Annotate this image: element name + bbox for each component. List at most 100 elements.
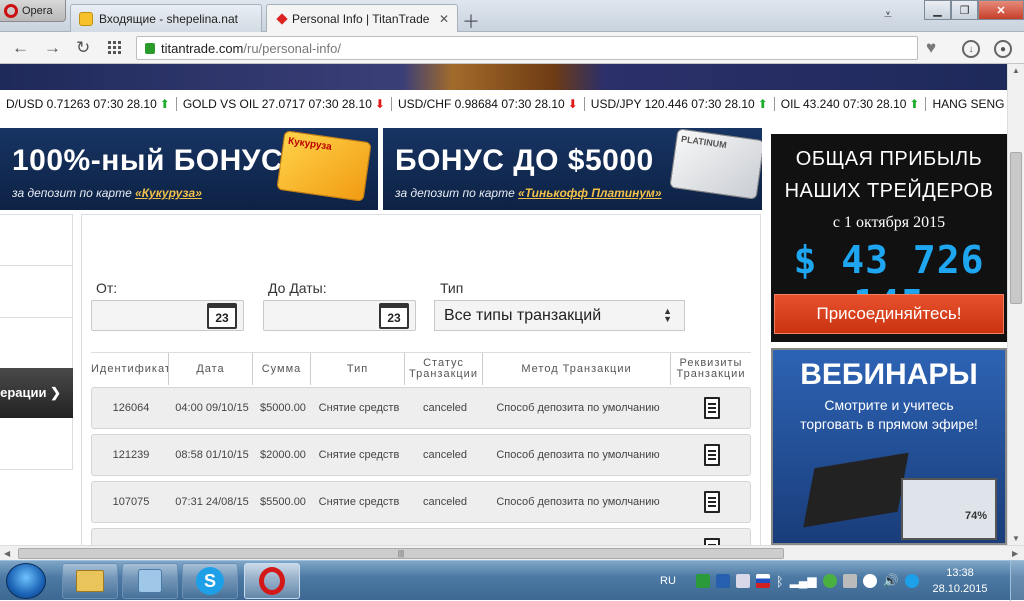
tray-app-icon[interactable] xyxy=(715,574,730,588)
horizontal-scroll-thumb[interactable]: ||| xyxy=(18,548,784,559)
language-indicator[interactable]: RU xyxy=(660,575,676,587)
col-header-type: Тип xyxy=(311,353,405,385)
webinars-title: ВЕБИНАРЫ xyxy=(800,358,978,391)
banner-title: БОНУС ДО $5000 xyxy=(395,144,654,177)
bluetooth-icon[interactable]: ᛒ xyxy=(776,574,784,589)
to-date-label: До Даты: xyxy=(268,280,327,296)
col-header-status: Статус Транзакции xyxy=(405,353,483,385)
webinars-ad[interactable]: ВЕБИНАРЫ Смотрите и учитесь торговать в п… xyxy=(771,348,1007,545)
table-row[interactable]: 107075 07:31 24/08/15 $5500.00 Снятие ср… xyxy=(91,481,751,523)
close-tab-icon[interactable]: ✕ xyxy=(439,12,449,26)
ticker-item: HANG SENG F... xyxy=(932,97,1007,111)
secure-lock-icon xyxy=(145,42,155,54)
show-desktop-button[interactable] xyxy=(1010,561,1024,601)
ticker-item: GOLD VS OIL 27.0717 07:30 28.10 ⬇ xyxy=(177,97,392,111)
vertical-scroll-thumb[interactable] xyxy=(1010,152,1022,304)
arrow-up-icon: ⬆ xyxy=(909,97,920,111)
vertical-scrollbar[interactable]: ▲ ▼ xyxy=(1007,64,1024,545)
speed-dial-icon[interactable] xyxy=(108,41,121,54)
restore-button[interactable]: ❐ xyxy=(951,0,978,20)
ticker-item: D/USD 0.71263 07:30 28.10 ⬆ xyxy=(0,97,177,111)
arrow-down-icon: ⬇ xyxy=(567,97,578,111)
url-field[interactable]: titantrade.com/ru/personal-info/ xyxy=(136,36,918,60)
signal-icon[interactable]: ▂▄▆ xyxy=(790,574,817,588)
banner-link[interactable]: «Кукуруза» xyxy=(135,186,202,200)
trading-screen-image: 74% xyxy=(901,478,997,540)
volume-icon[interactable]: 🔊 xyxy=(883,573,899,589)
table-row[interactable]: 126064 04:00 09/10/15 $5000.00 Снятие ср… xyxy=(91,387,751,429)
cell-id: 121239 xyxy=(112,449,150,461)
reload-icon[interactable]: ↻ xyxy=(76,38,90,58)
from-date-input[interactable]: 23 xyxy=(91,300,244,331)
banner-link[interactable]: «Тинькофф Платинум» xyxy=(518,186,661,200)
type-label: Тип xyxy=(440,280,464,296)
scroll-down-icon: ▼ xyxy=(1012,534,1020,543)
new-tab-button[interactable]: ＋ xyxy=(462,8,480,34)
tray-app-icon[interactable] xyxy=(695,574,710,588)
from-date-label: От: xyxy=(96,280,118,296)
bookmark-heart-icon[interactable]: ♥ xyxy=(926,38,936,58)
clock-time: 13:38 xyxy=(946,567,974,579)
details-document-icon[interactable] xyxy=(672,482,752,522)
forward-arrow-icon[interactable]: → xyxy=(44,38,61,58)
transaction-type-select[interactable]: Все типы транзакций ▲ ▼ xyxy=(434,300,685,331)
back-arrow-icon[interactable]: ← xyxy=(12,38,29,58)
table-row[interactable] xyxy=(91,528,751,545)
select-arrows-icon: ▲ ▼ xyxy=(663,306,672,324)
operations-button[interactable]: ерации ❯ xyxy=(0,368,73,418)
details-document-icon[interactable] xyxy=(672,435,752,475)
clock[interactable]: 13:38 28.10.2015 xyxy=(930,565,990,597)
table-header: Идентификатор Дата Сумма Тип Статус Тран… xyxy=(91,352,751,385)
system-tray: RU ᛒ ▂▄▆ 🔊 xyxy=(660,561,919,601)
tab-menu-icon[interactable]: ⩡ xyxy=(884,6,892,23)
tray-app-icon[interactable] xyxy=(862,574,877,588)
skype-task[interactable]: S xyxy=(182,563,238,599)
calendar-icon[interactable]: 23 xyxy=(379,303,409,329)
calendar-icon[interactable]: 23 xyxy=(207,303,237,329)
banner-subtitle: за депозит по карте «Кукуруза» xyxy=(12,186,202,200)
url-host: titantrade.com xyxy=(161,40,244,56)
col-header-date: Дата xyxy=(169,353,253,385)
tab-inbox[interactable]: Входящие - shepelina.nat xyxy=(70,4,262,32)
opera-menu-button[interactable]: Opera xyxy=(0,0,66,22)
address-bar-row: ← → ↻ titantrade.com/ru/personal-info/ ♥… xyxy=(0,32,1024,64)
cell-id: 126064 xyxy=(112,402,150,414)
minimize-button[interactable]: ▁ xyxy=(924,0,951,20)
explorer-task[interactable] xyxy=(62,563,118,599)
bonus-banner-kukuruza[interactable]: 100%-ный БОНУС за депозит по карте «Куку… xyxy=(0,128,378,210)
cell-method: Способ депозита по умолчанию xyxy=(496,402,660,414)
col-header-amount: Сумма xyxy=(253,353,311,385)
ticker-item: USD/CHF 0.98684 07:30 28.10 ⬇ xyxy=(392,97,585,111)
ticker-item: OIL 43.240 07:30 28.10 ⬆ xyxy=(775,97,927,111)
horizontal-scrollbar[interactable]: ◀ ||| ▶ xyxy=(0,545,1024,560)
skype-tray-icon[interactable] xyxy=(904,574,919,588)
window-controls: ▁ ❐ ✕ xyxy=(924,0,1024,20)
join-button[interactable]: Присоединяйтесь! xyxy=(774,294,1004,334)
tray-app-icon[interactable] xyxy=(822,574,837,588)
cell-date: 04:00 09/10/15 xyxy=(175,402,249,414)
table-row[interactable]: 121239 08:58 01/10/15 $2000.00 Снятие ср… xyxy=(91,434,751,476)
flag-icon[interactable] xyxy=(842,574,857,588)
tab-personal-info[interactable]: Personal Info | TitanTrade ✕ xyxy=(266,4,458,33)
scroll-right-icon: ▶ xyxy=(1012,549,1019,558)
download-icon[interactable]: ↓ xyxy=(962,40,980,58)
col-header-details: Реквизиты Транзакции xyxy=(676,357,746,380)
details-document-icon[interactable] xyxy=(672,388,752,428)
url-path: /ru/personal-info/ xyxy=(243,40,341,56)
arrow-up-icon: ⬆ xyxy=(159,97,170,111)
cell-method: Способ депозита по умолчанию xyxy=(496,449,660,461)
contacts-task[interactable] xyxy=(122,563,178,599)
bonus-banner-tinkoff[interactable]: БОНУС ДО $5000 за депозит по карте «Тинь… xyxy=(383,128,762,210)
titantrade-favicon-icon xyxy=(276,13,288,25)
details-document-icon[interactable] xyxy=(672,529,752,545)
graduation-cap-icon xyxy=(803,452,909,528)
opera-task[interactable] xyxy=(244,563,300,599)
russian-flag-icon[interactable] xyxy=(755,574,770,588)
account-icon[interactable]: ● xyxy=(994,40,1012,58)
tinkoff-card-image: PLATINUM xyxy=(669,128,762,200)
close-window-button[interactable]: ✕ xyxy=(978,0,1024,20)
tray-app-icon[interactable] xyxy=(735,574,750,588)
to-date-input[interactable]: 23 xyxy=(263,300,416,331)
start-button[interactable] xyxy=(6,563,46,599)
windows-taskbar: S RU ᛒ ▂▄▆ 🔊 13:38 28.10.2015 xyxy=(0,560,1024,601)
